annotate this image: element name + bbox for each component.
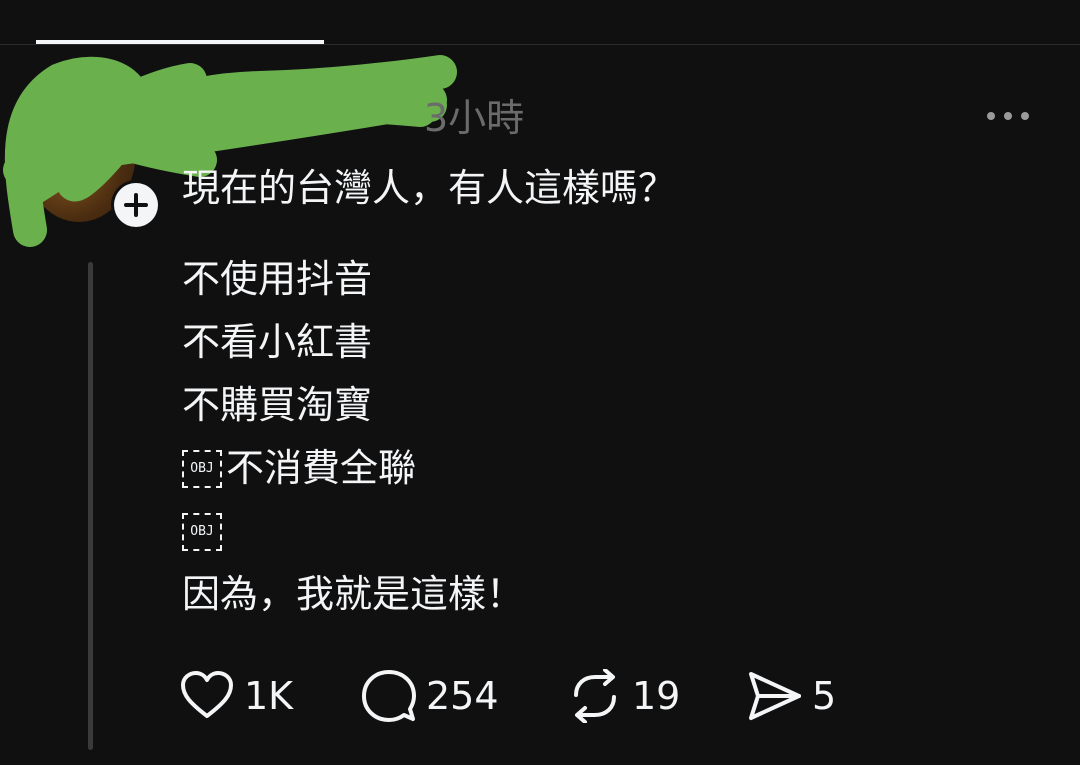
heart-icon: [181, 671, 233, 718]
post-line-text: 不購買淘寶: [182, 383, 373, 427]
comment-bubble-icon: [362, 670, 416, 722]
post-line: 因為，我就是這樣！: [182, 563, 524, 626]
reply-count: 254: [426, 674, 499, 718]
more-dots-icon: [987, 112, 1029, 120]
share-button[interactable]: 5: [748, 668, 836, 724]
like-button[interactable]: 1K: [180, 668, 293, 724]
top-divider: [0, 44, 1080, 45]
redaction-scribble: [3, 55, 457, 247]
more-options-button[interactable]: [980, 100, 1036, 132]
like-count: 1K: [244, 674, 294, 718]
post-line: OBJ 不消費全聯: [182, 437, 524, 500]
repost-arrows-icon: [574, 669, 616, 723]
post-line: 不使用抖音: [182, 248, 524, 311]
post-line: 不看小紅書: [182, 311, 524, 374]
object-replacement-glyph: OBJ: [182, 512, 222, 551]
post-line-text: 不使用抖音: [182, 257, 373, 301]
plus-icon: [114, 183, 158, 227]
repost-count: 19: [632, 674, 681, 718]
send-arrow-icon: [749, 672, 801, 720]
post-line: 不購買淘寶: [182, 374, 524, 437]
post-line-text: 不消費全聯: [226, 446, 417, 490]
object-replacement-glyph: OBJ: [182, 449, 222, 488]
post-title: 現在的台灣人，有人這樣嗎？: [182, 166, 677, 210]
post-line-text: 因為，我就是這樣！: [182, 572, 525, 616]
post-body: 不使用抖音 不看小紅書 不購買淘寶 OBJ 不消費全聯 OBJ 因為，我就是這樣…: [182, 248, 524, 626]
post-timestamp: 3小時: [424, 96, 525, 140]
post-line: OBJ: [182, 500, 524, 563]
follow-button[interactable]: [111, 180, 161, 230]
share-count: 5: [812, 674, 837, 718]
repost-button[interactable]: 19: [568, 668, 680, 724]
post-line-text: 不看小紅書: [182, 320, 373, 364]
reply-button[interactable]: 254: [362, 668, 499, 724]
action-bar: 1K 254 19 5: [0, 668, 1080, 724]
